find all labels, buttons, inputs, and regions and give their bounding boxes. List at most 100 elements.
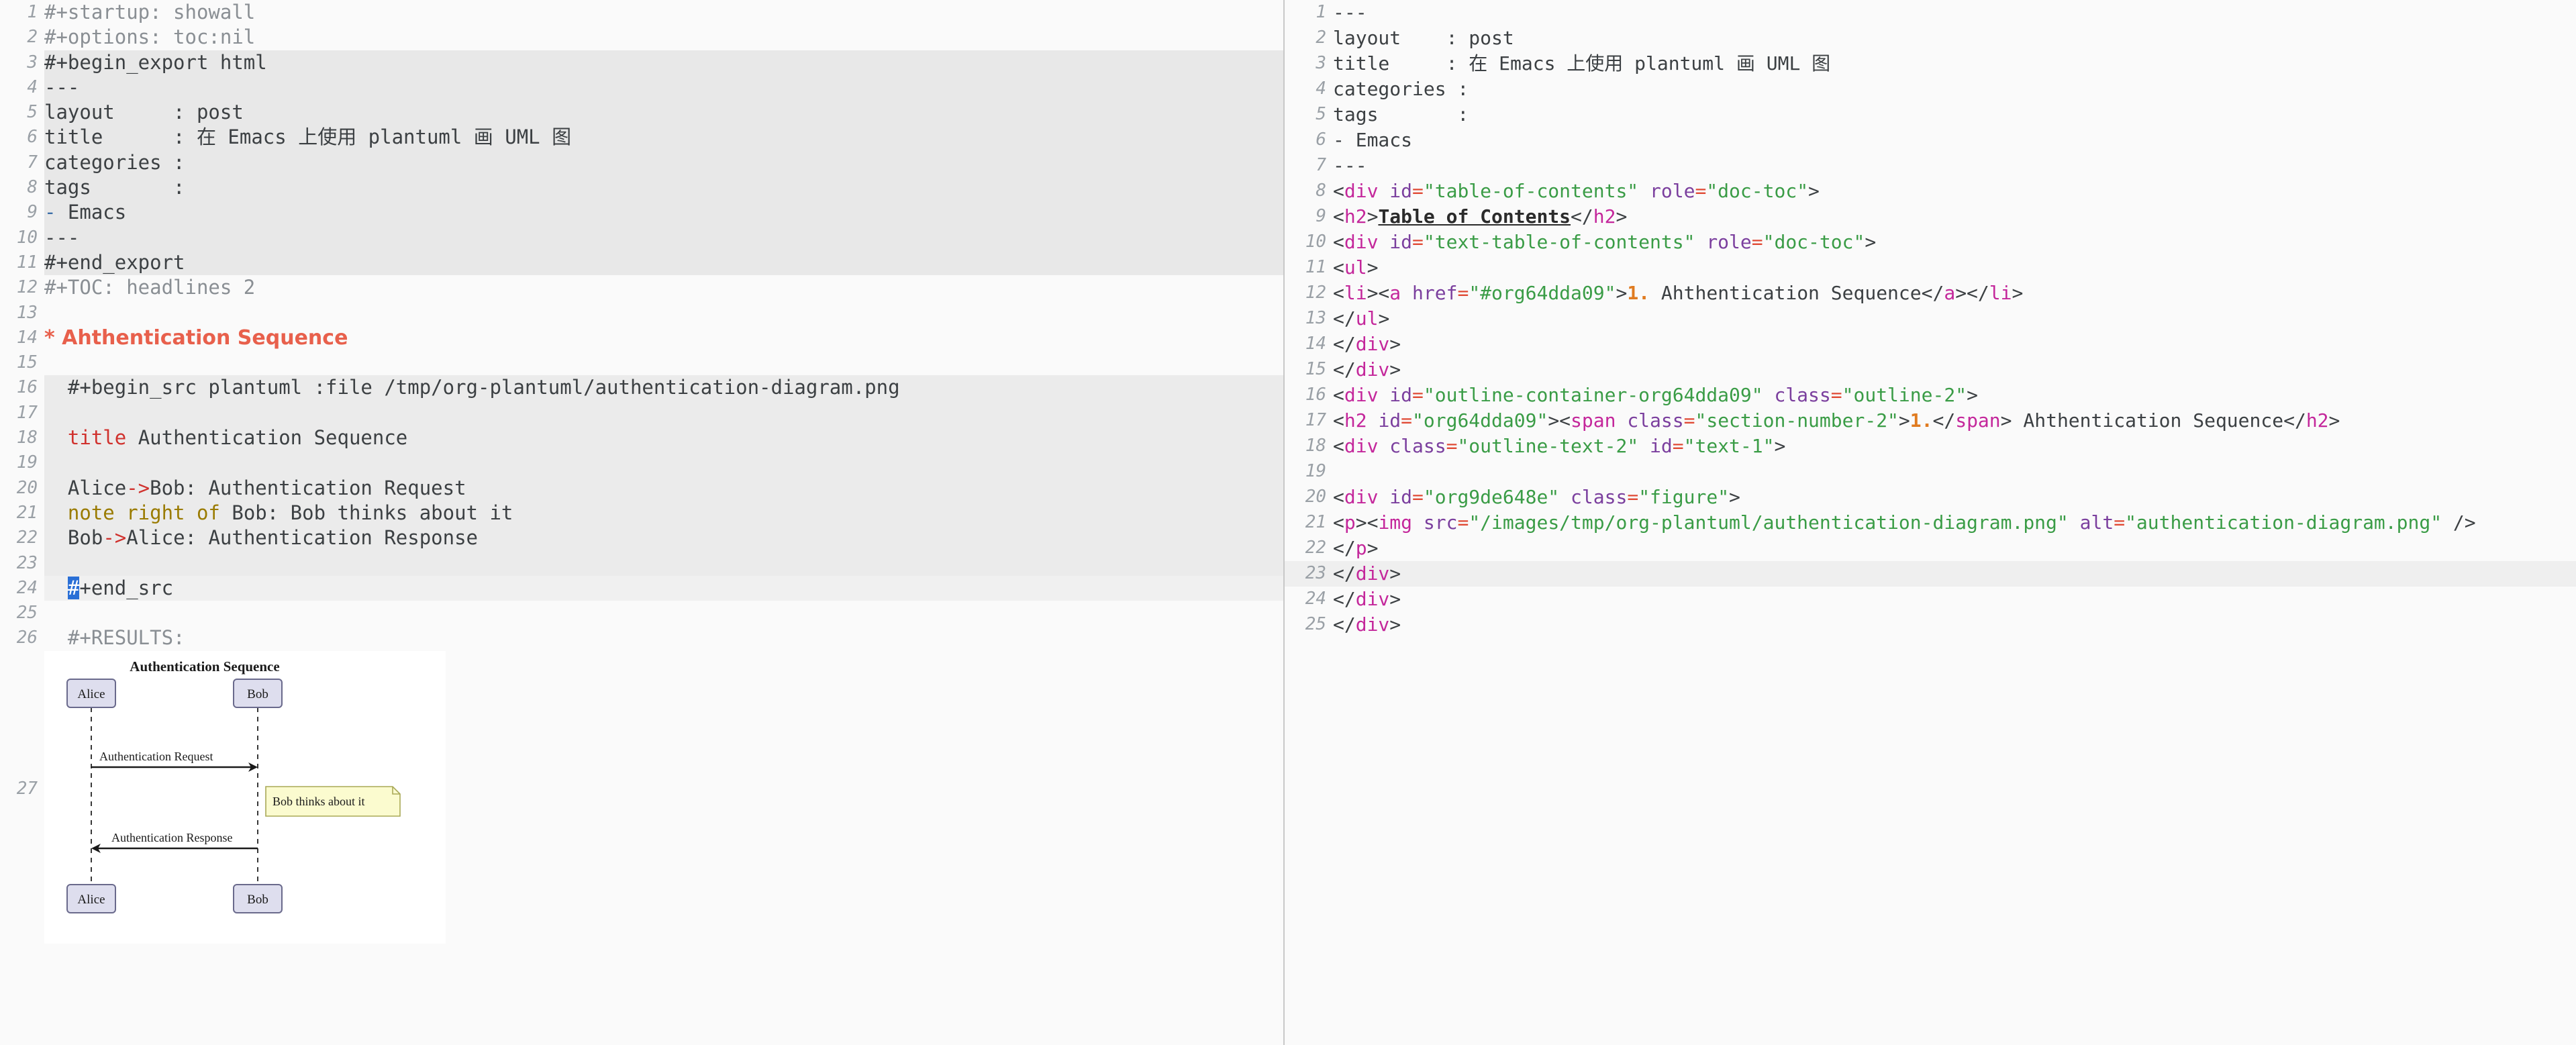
org-line[interactable]: 24 #+end_src [0,575,1283,601]
html-line-content[interactable]: </ul> [1333,306,2576,332]
html-line-content[interactable]: <p><img src="/images/tmp/org-plantuml/au… [1333,510,2576,536]
html-line[interactable]: 14 </div> [1285,332,2576,357]
org-line[interactable]: 23 [0,550,1283,576]
org-source-pane[interactable]: 1 #+startup: showall 2 #+options: toc:nil 3 #… [0,0,1283,1045]
html-line[interactable]: 3 title : 在 Emacs 上使用 plantuml 画 UML 图 [1285,51,2576,77]
org-line-list[interactable]: 1 #+startup: showall 2 #+options: toc:nil 3 #… [0,0,1283,944]
html-line[interactable]: 18 <div class="outline-text-2" id="text-1… [1285,434,2576,459]
html-line[interactable]: 15 </div> [1285,357,2576,383]
org-line-content[interactable]: #+end_src [44,575,1283,601]
html-line-content[interactable]: <li><a href="#org64dda09">1. Ahthenticat… [1333,281,2576,306]
html-line-content[interactable]: <div id="outline-container-org64dda09" c… [1333,383,2576,408]
html-export-pane[interactable]: 1 --- 2 layout : post 3 title : 在 Emacs 上使用 p… [1285,0,2576,1045]
html-line[interactable]: 21 <p><img src="/images/tmp/org-plantuml/… [1285,510,2576,536]
org-line[interactable]: 8 tags : [0,175,1283,201]
html-line[interactable]: 16 <div id="outline-container-org64dda09"… [1285,383,2576,408]
html-line[interactable]: 23 </div> [1285,561,2576,587]
html-line-content[interactable] [1333,459,2576,485]
plantuml-sequence-diagram[interactable]: Authentication Sequence Alice Bob Alice Bob A… [44,650,446,944]
org-line-content[interactable]: note right of Bob: Bob thinks about it [44,500,1283,526]
org-line[interactable]: 1 #+startup: showall [0,0,1283,25]
org-line[interactable]: 3 #+begin_export html [0,50,1283,75]
org-line[interactable]: 18 title Authentication Sequence [0,426,1283,451]
html-line[interactable]: 13 </ul> [1285,306,2576,332]
html-line-content[interactable]: <h2 id="org64dda09"><span class="section… [1333,408,2576,434]
html-line-content[interactable]: categories : [1333,77,2576,102]
org-line-content[interactable]: Alice->Bob: Authentication Request [44,475,1283,501]
org-line-content[interactable]: #+options: toc:nil [44,25,1283,50]
org-line-content[interactable]: tags : [44,175,1283,201]
org-line[interactable]: 17 [0,400,1283,426]
org-line[interactable]: 4 --- [0,74,1283,101]
html-line-content[interactable]: </div> [1333,357,2576,383]
html-line[interactable]: 22 </p> [1285,536,2576,561]
html-line-content[interactable]: title : 在 Emacs 上使用 plantuml 画 UML 图 [1333,51,2576,77]
org-line-content[interactable]: title Authentication Sequence [44,426,1283,451]
org-line[interactable]: 5 layout : post [0,100,1283,126]
org-line-content[interactable]: categories : [44,150,1283,176]
html-line-content[interactable]: --- [1333,153,2576,179]
org-line[interactable]: 2 #+options: toc:nil [0,25,1283,50]
html-line-content[interactable]: </div> [1333,612,2576,638]
html-line[interactable]: 8 <div id="table-of-contents" role="doc-t… [1285,179,2576,204]
org-line-content[interactable] [44,301,1283,326]
html-line[interactable]: 19 [1285,459,2576,485]
html-line[interactable]: 6 - Emacs [1285,128,2576,153]
org-line-content[interactable] [44,550,1283,576]
org-line[interactable]: 14 * Ahthentication Sequence [0,326,1283,350]
org-line[interactable]: 6 title : 在 Emacs 上使用 plantuml 画 UML 图 [0,125,1283,150]
org-line-content[interactable]: #+begin_export html [44,50,1283,75]
html-line[interactable]: 24 </div> [1285,587,2576,612]
html-line-content[interactable]: <div id="org9de648e" class="figure"> [1333,485,2576,510]
html-line-content[interactable]: <h2>Table of Contents</h2> [1333,204,2576,230]
html-line[interactable]: 25 </div> [1285,612,2576,638]
html-line[interactable]: 11 <ul> [1285,255,2576,281]
html-line[interactable]: 9 <h2>Table of Contents</h2> [1285,204,2576,230]
html-line-list[interactable]: 1 --- 2 layout : post 3 title : 在 Emacs 上使用 p… [1285,0,2576,638]
org-line-content[interactable] [44,350,1283,375]
org-line-content[interactable]: #+startup: showall [44,0,1283,25]
html-line[interactable]: 17 <h2 id="org64dda09"><span class="secti… [1285,408,2576,434]
org-line-content[interactable]: * Ahthentication Sequence [44,326,1283,350]
org-line[interactable]: 15 [0,350,1283,375]
html-line-content[interactable]: </p> [1333,536,2576,561]
html-line-content[interactable]: <div class="outline-text-2" id="text-1"> [1333,434,2576,459]
org-line-content[interactable]: title : 在 Emacs 上使用 plantuml 画 UML 图 [44,125,1283,150]
html-line[interactable]: 5 tags : [1285,102,2576,128]
org-line-content[interactable]: layout : post [44,100,1283,126]
org-line[interactable]: 21 note right of Bob: Bob thinks about i… [0,500,1283,526]
html-line-content[interactable]: --- [1333,0,2576,26]
html-line[interactable]: 7 --- [1285,153,2576,179]
html-line-content[interactable]: <ul> [1333,255,2576,281]
org-line-content[interactable]: #+TOC: headlines 2 [44,275,1283,300]
org-line-content[interactable]: #+RESULTS: [44,626,1283,650]
html-line-content[interactable]: tags : [1333,102,2576,128]
html-line-content[interactable]: </div> [1333,561,2576,587]
html-line[interactable]: 1 --- [1285,0,2576,26]
org-line-content[interactable]: #+begin_src plantuml :file /tmp/org-plan… [44,375,1283,401]
org-line[interactable]: 26 #+RESULTS: [0,626,1283,650]
org-line[interactable]: 20 Alice->Bob: Authentication Request [0,475,1283,501]
html-line[interactable]: 2 layout : post [1285,26,2576,51]
html-line-content[interactable]: - Emacs [1333,128,2576,153]
html-line-content[interactable]: </div> [1333,332,2576,357]
html-line-content[interactable]: <div id="table-of-contents" role="doc-to… [1333,179,2576,204]
org-line[interactable]: 10 --- [0,225,1283,250]
org-line-content[interactable]: - Emacs [44,200,1283,226]
org-line[interactable]: 11 #+end_export [0,250,1283,276]
org-line[interactable]: 7 categories : [0,150,1283,176]
html-line-content[interactable]: layout : post [1333,26,2576,51]
html-line[interactable]: 10 <div id="text-table-of-contents" role=… [1285,230,2576,255]
org-line-content[interactable]: --- [44,74,1283,101]
html-line[interactable]: 4 categories : [1285,77,2576,102]
html-line-content[interactable]: <div id="text-table-of-contents" role="d… [1333,230,2576,255]
org-line-content[interactable]: --- [44,225,1283,250]
org-line-content[interactable] [44,450,1283,476]
org-line[interactable]: 16 #+begin_src plantuml :file /tmp/org-p… [0,375,1283,401]
org-line-content[interactable]: Bob->Alice: Authentication Response [44,526,1283,551]
org-line[interactable]: 19 [0,450,1283,476]
org-line[interactable]: 25 [0,601,1283,626]
org-line[interactable]: 13 [0,301,1283,326]
org-line[interactable]: 22 Bob->Alice: Authentication Response [0,526,1283,551]
org-line-content[interactable]: #+end_export [44,250,1283,276]
